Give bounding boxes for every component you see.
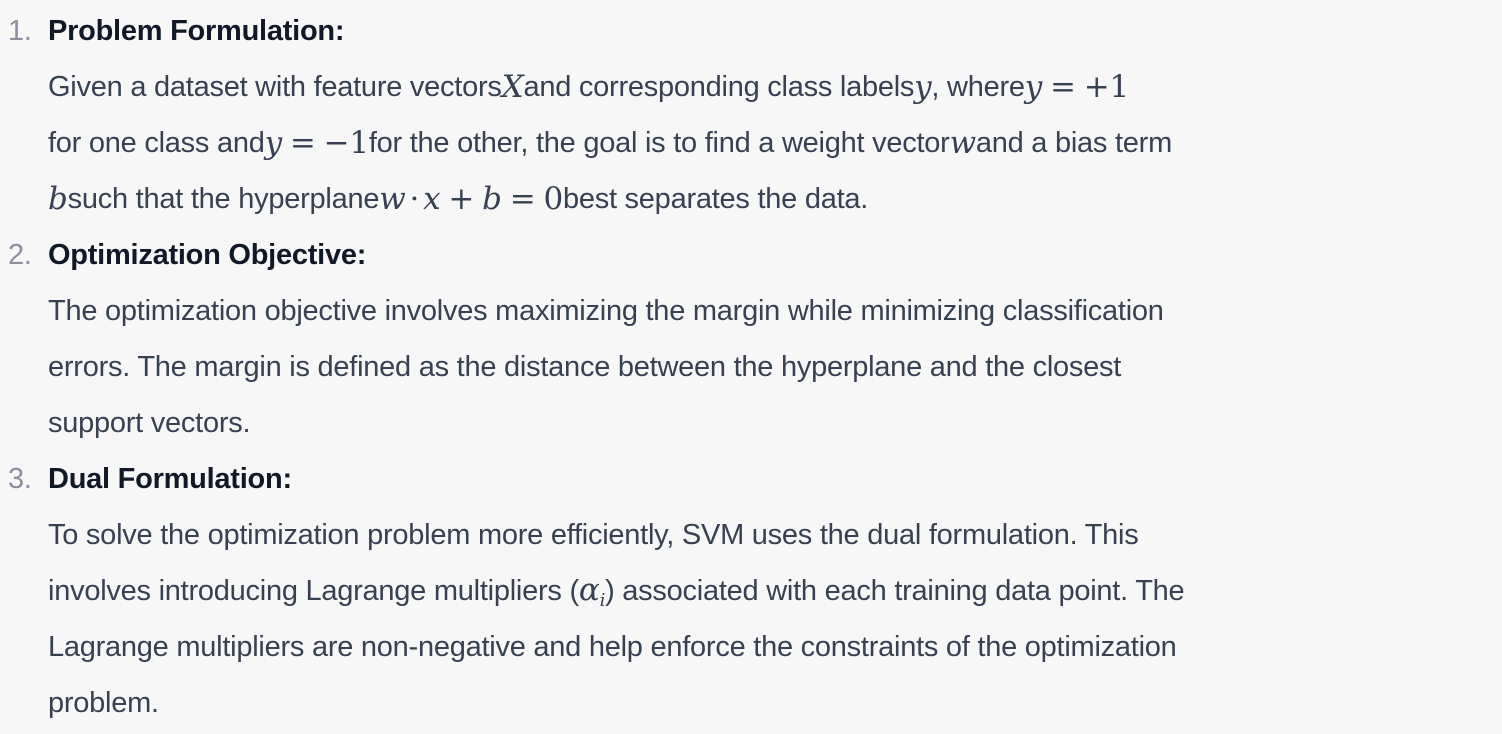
text-segment: for the other, the goal is to find a wei…	[368, 126, 950, 159]
paragraph-line: errors. The margin is defined as the dis…	[48, 350, 1122, 383]
math-expression: w	[949, 125, 977, 161]
math-expression: y = −1	[264, 125, 369, 161]
paragraph-line: for one class and y = −1 for the other, th…	[48, 115, 1172, 171]
paragraph-line: b such that the hyperplane w · x + b = 0 best …	[48, 171, 868, 227]
text-segment: for one class and	[48, 126, 265, 159]
paragraph-line: involves introducing Lagrange multiplier…	[48, 563, 1185, 619]
math-expression: y	[914, 69, 932, 105]
paragraph-line: support vectors.	[48, 406, 251, 439]
text-segment: and a bias term	[975, 126, 1172, 159]
math-expression: w · x + b = 0	[379, 181, 563, 217]
paragraph-line: Given a dataset with feature vectors X a…	[48, 59, 1129, 115]
math-expression: αi	[578, 571, 606, 611]
math-expression: b	[48, 181, 68, 217]
paragraph-line: To solve the optimization problem more e…	[48, 518, 1139, 551]
math-expression: X	[501, 69, 524, 105]
text-segment: , where	[931, 70, 1025, 103]
section-title: Dual Formulation:	[48, 462, 292, 495]
text-segment: ) associated with each training data poi…	[605, 574, 1185, 607]
paragraph-line: Lagrange multipliers are non-negative an…	[48, 630, 1177, 663]
text-segment: such that the hyperplane	[67, 182, 380, 215]
section-title: Optimization Objective:	[48, 238, 367, 271]
list-number: 1.	[8, 14, 32, 47]
paragraph-line: problem.	[48, 686, 159, 719]
paragraph-line: The optimization objective involves maxi…	[48, 294, 1164, 327]
text-segment: involves introducing Lagrange multiplier…	[48, 574, 579, 607]
text-segment: and corresponding class labels	[523, 70, 915, 103]
text-segment: best separates the data.	[562, 182, 869, 215]
list-number: 3.	[8, 462, 32, 495]
text-segment: Given a dataset with feature vectors	[48, 70, 502, 103]
math-expression: y = +1	[1024, 69, 1129, 105]
list-number: 2.	[8, 238, 32, 271]
section-title: Problem Formulation:	[48, 14, 345, 47]
